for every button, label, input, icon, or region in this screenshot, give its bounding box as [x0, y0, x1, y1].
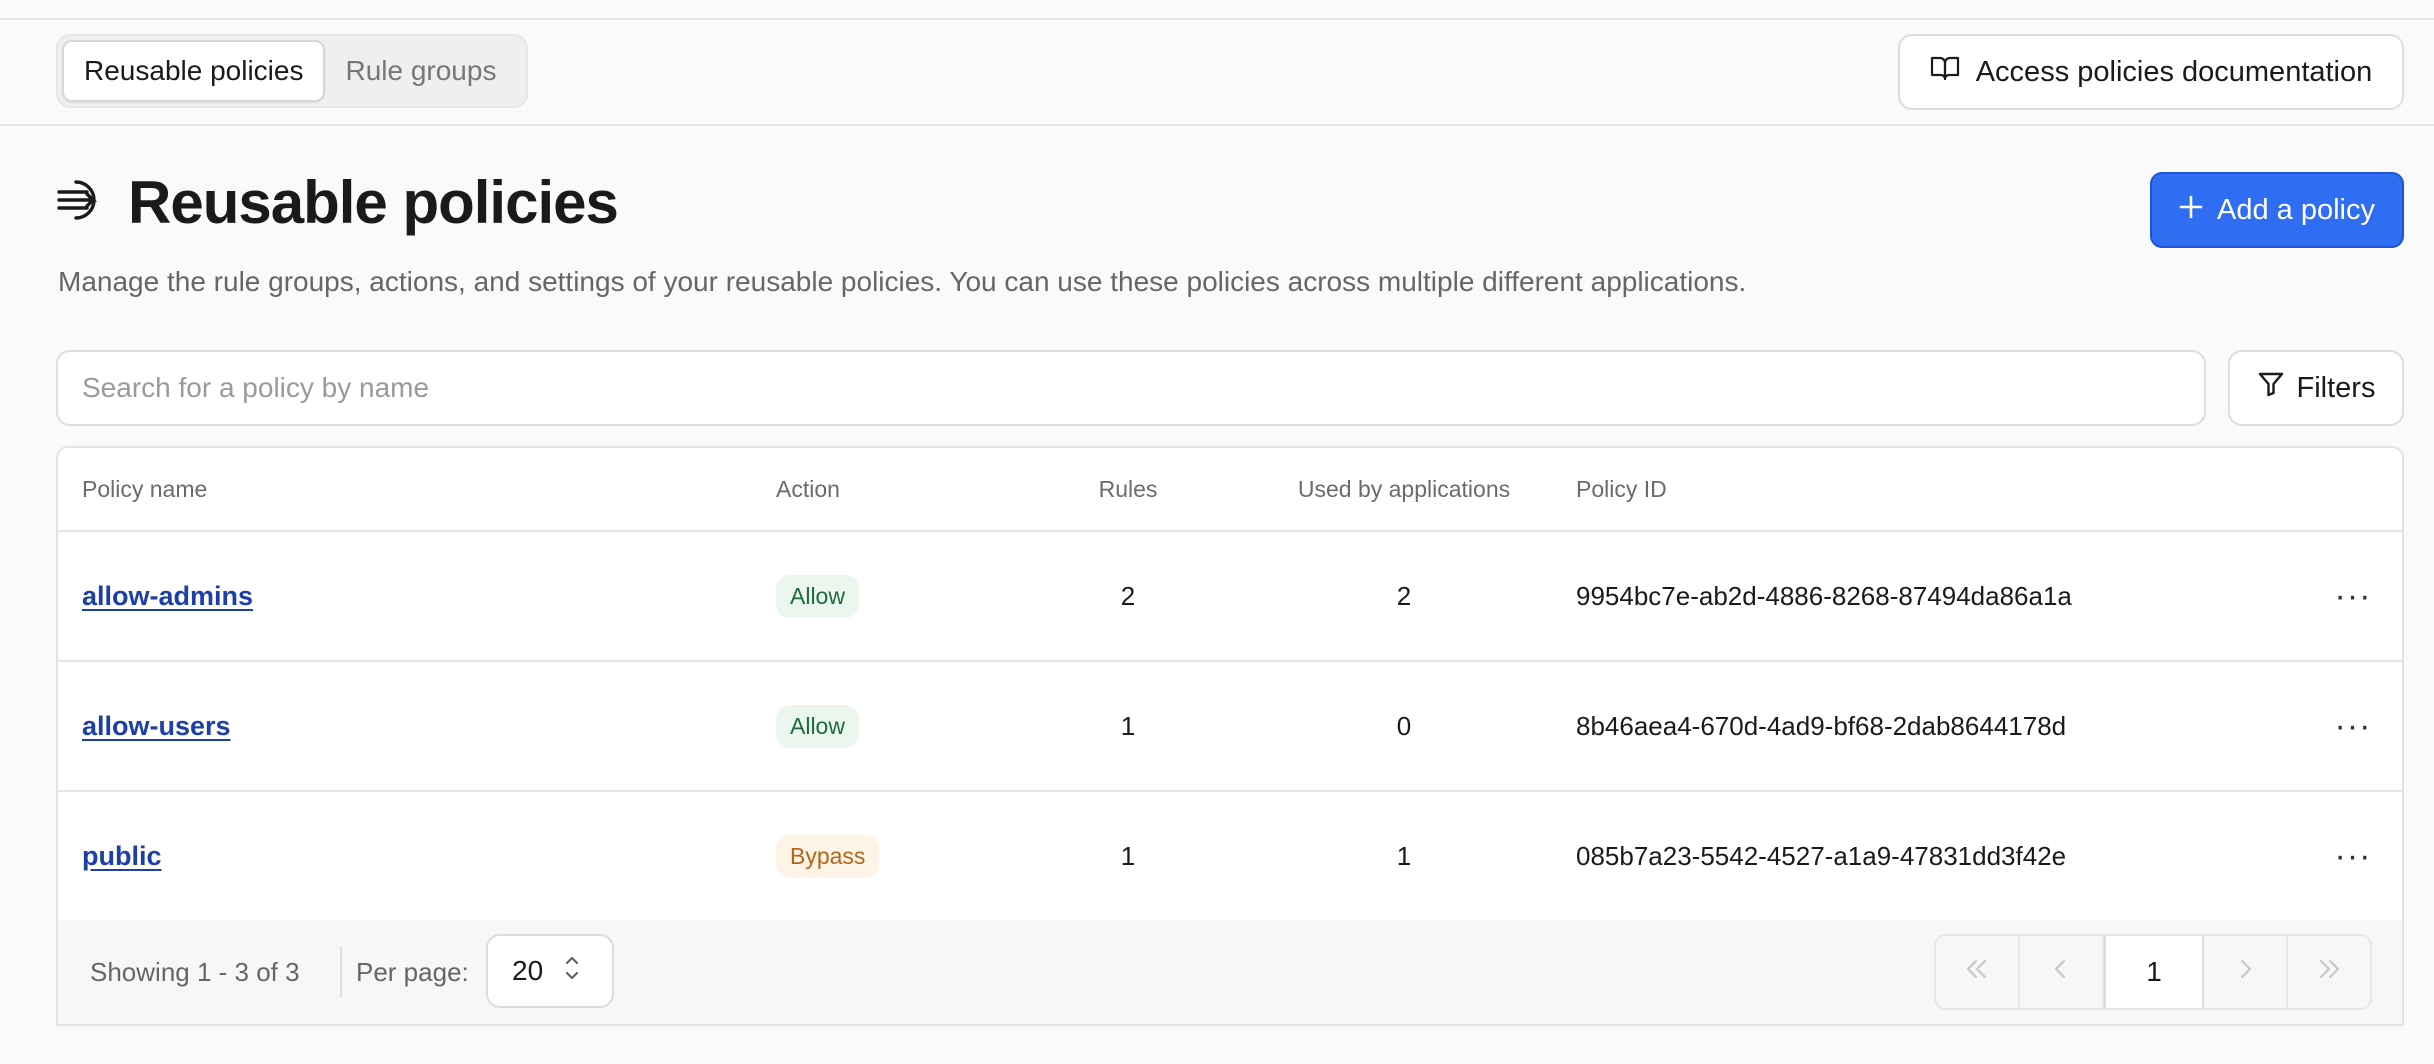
column-header-policy-id: Policy ID — [1576, 475, 1667, 502]
table-header: Policy name Action Rules Used by applica… — [58, 448, 2402, 532]
policy-arrows-icon — [56, 177, 110, 228]
action-badge: Allow — [776, 574, 859, 618]
table-row: public Bypass 1 1 085b7a23-5542-4527-a1a… — [58, 792, 2402, 922]
tab-reusable-policies[interactable]: Reusable policies — [62, 40, 326, 102]
more-actions-icon[interactable]: ··· — [2335, 837, 2372, 876]
used-by-count: 1 — [1396, 840, 1412, 871]
add-policy-label: Add a policy — [2217, 193, 2375, 226]
chevrons-right-icon — [2315, 956, 2343, 988]
first-page-button[interactable] — [1936, 936, 2020, 1008]
plus-icon — [2179, 194, 2203, 227]
pagination: 1 — [1934, 934, 2372, 1010]
policy-name-link[interactable]: allow-users — [82, 711, 231, 742]
book-open-icon — [1930, 55, 1960, 89]
add-policy-button[interactable]: Add a policy — [2150, 172, 2404, 248]
per-page-select[interactable]: 20 — [486, 934, 614, 1008]
policies-table: Policy name Action Rules Used by applica… — [56, 446, 2404, 1026]
action-badge: Allow — [776, 704, 859, 748]
table-row: allow-admins Allow 2 2 9954bc7e-ab2d-488… — [58, 532, 2402, 662]
per-page-value: 20 — [512, 955, 544, 986]
more-actions-icon[interactable]: ··· — [2335, 577, 2372, 616]
column-header-used-by-applications: Used by applications — [1297, 475, 1511, 502]
next-page-button[interactable] — [2204, 936, 2288, 1008]
chevrons-left-icon — [1963, 956, 1991, 988]
doc-button-label: Access policies documentation — [1975, 55, 2373, 88]
policy-id: 085b7a23-5542-4527-a1a9-47831dd3f42e — [1576, 840, 2067, 871]
table-footer: Showing 1 - 3 of 3 Per page: 20 1 — [58, 920, 2402, 1024]
page-title: Reusable policies — [128, 169, 619, 236]
current-page[interactable]: 1 — [2104, 936, 2204, 1008]
showing-count: Showing 1 - 3 of 3 — [90, 956, 300, 987]
header-divider — [0, 124, 2434, 126]
chevron-left-icon — [2051, 956, 2071, 988]
policy-search-input[interactable] — [56, 350, 2206, 426]
chevron-right-icon — [2235, 956, 2255, 988]
action-badge: Bypass — [776, 834, 880, 878]
view-tabs: Reusable policies Rule groups — [56, 34, 528, 108]
policy-name-link[interactable]: public — [82, 841, 162, 872]
table-row: allow-users Allow 1 0 8b46aea4-670d-4ad9… — [58, 662, 2402, 792]
top-border — [0, 18, 2434, 20]
rules-count: 2 — [1120, 580, 1136, 611]
page-subtitle: Manage the rule groups, actions, and set… — [58, 266, 1747, 297]
rules-count: 1 — [1120, 840, 1136, 871]
filter-icon — [2257, 370, 2285, 406]
filters-label: Filters — [2296, 371, 2376, 404]
column-header-action: Action — [776, 475, 840, 502]
page-title-row: Reusable policies — [56, 168, 619, 237]
chevron-up-down-icon — [563, 953, 581, 990]
filters-button[interactable]: Filters — [2228, 350, 2404, 426]
used-by-count: 0 — [1396, 710, 1412, 741]
per-page-label: Per page: — [356, 956, 469, 987]
policy-id: 9954bc7e-ab2d-4886-8268-87494da86a1a — [1576, 580, 2072, 611]
tab-rule-groups[interactable]: Rule groups — [325, 40, 516, 102]
column-header-policy-name: Policy name — [82, 475, 208, 502]
column-header-rules: Rules — [1098, 475, 1158, 502]
access-policies-documentation-button[interactable]: Access policies documentation — [1898, 34, 2404, 110]
last-page-button[interactable] — [2288, 936, 2370, 1008]
policy-id: 8b46aea4-670d-4ad9-bf68-2dab8644178d — [1576, 710, 2067, 741]
more-actions-icon[interactable]: ··· — [2335, 707, 2372, 746]
used-by-count: 2 — [1396, 580, 1412, 611]
policy-name-link[interactable]: allow-admins — [82, 581, 253, 612]
footer-divider — [340, 946, 342, 998]
rules-count: 1 — [1120, 710, 1136, 741]
previous-page-button[interactable] — [2020, 936, 2104, 1008]
